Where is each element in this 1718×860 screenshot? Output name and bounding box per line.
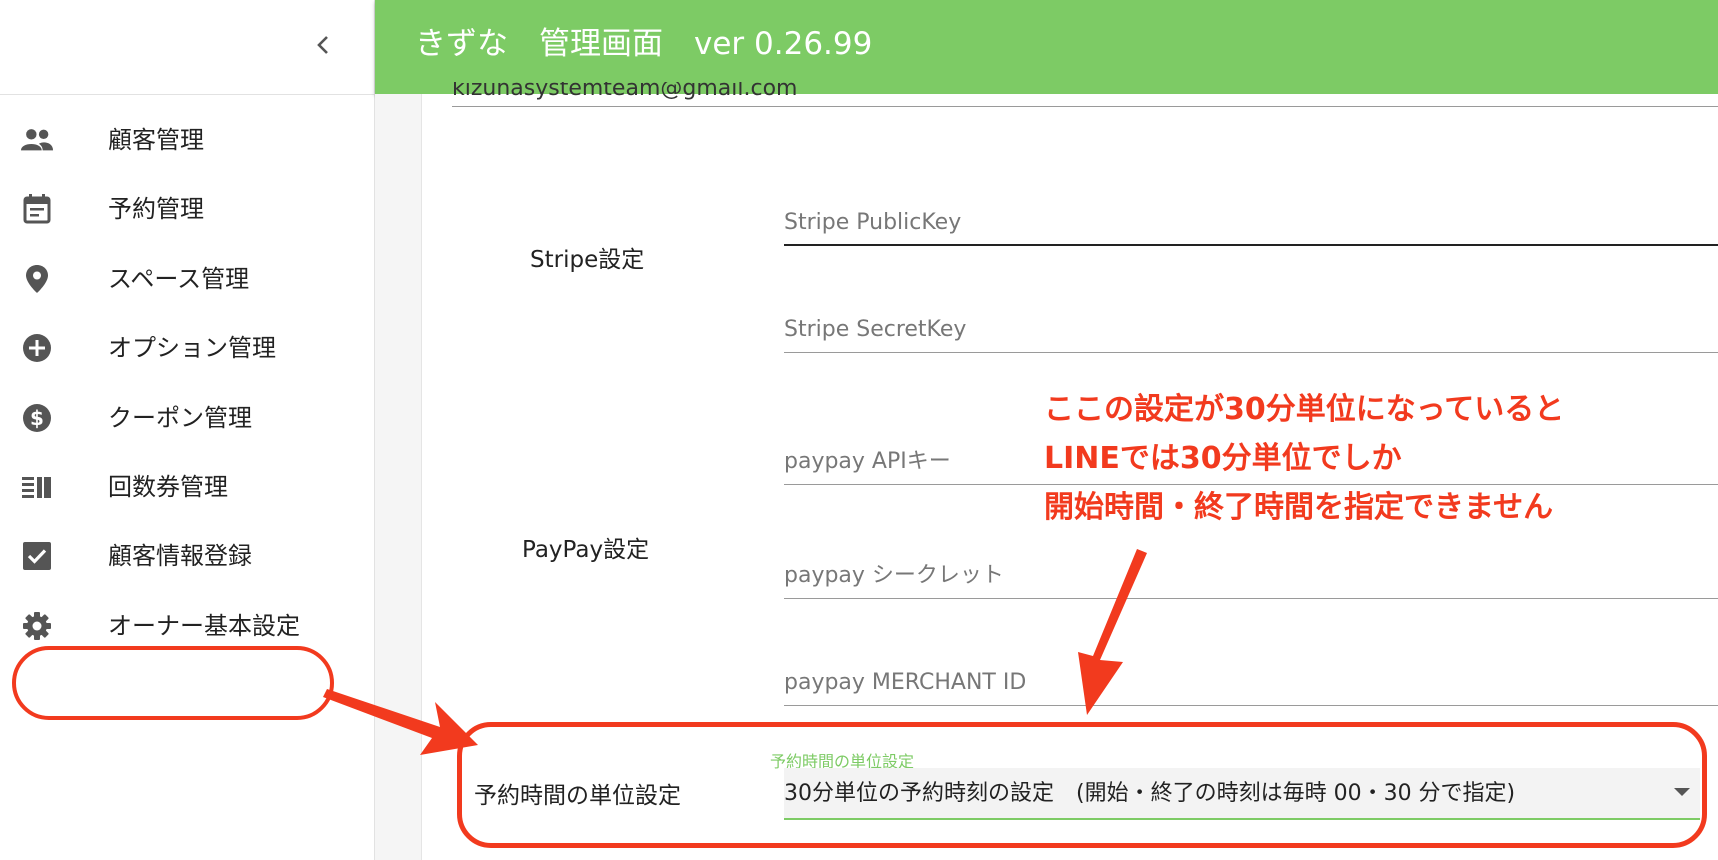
sidebar-item-label: 顧客管理 [108,126,204,154]
sidebar-header [0,0,374,95]
ticket-list-icon [20,472,54,502]
sidebar-item-label: 予約管理 [108,195,204,223]
sidebar: 顧客管理 予約管理 スペース管理 オプション管理 $ クーポン管理 回数券管理 … [0,0,375,860]
calendar-icon [20,194,54,224]
annotation-line: ここの設定が30分単位になっていると [1044,392,1565,427]
sidebar-item-customers[interactable]: 顧客管理 [0,110,375,170]
sidebar-item-label: 回数券管理 [108,473,228,501]
collapse-sidebar-button[interactable] [300,22,346,68]
annotation-highlight-owner-settings [12,646,334,720]
paypay-secret-input[interactable] [784,553,1718,597]
sidebar-item-coupons[interactable]: $ クーポン管理 [0,388,375,448]
annotation-line: 開始時間・終了時間を指定できません [1044,490,1554,525]
annotation-line: LINEでは30分単位でしか [1044,441,1402,476]
svg-text:$: $ [30,406,44,430]
stripe-section-label: Stripe設定 [530,247,645,273]
sidebar-item-label: オプション管理 [108,334,276,362]
paypay-merchant-id-field[interactable] [784,660,1718,706]
email-field[interactable]: kizunasystemteam@gmail.com [452,82,1718,107]
people-icon [20,125,54,155]
stripe-secret-key-field[interactable] [784,307,1718,353]
gear-icon [20,611,54,641]
app-header: きずな 管理画面 ver 0.26.99 [375,0,1718,94]
paypay-secret-field[interactable] [784,553,1718,599]
annotation-text: ここの設定が30分単位になっていると LINEでは30分単位でしか 開始時間・終… [1044,385,1564,532]
checkbox-icon [20,541,54,571]
location-pin-icon [20,264,54,294]
annotation-highlight-time-unit [457,722,1707,848]
paypay-section-label: PayPay設定 [522,537,650,563]
app-title: きずな 管理画面 ver 0.26.99 [415,26,873,62]
sidebar-item-label: クーポン管理 [108,404,252,432]
paypay-merchant-id-input[interactable] [784,660,1718,704]
sidebar-item-reservations[interactable]: 予約管理 [0,179,375,239]
sidebar-item-customer-registration[interactable]: 顧客情報登録 [0,526,375,586]
add-circle-icon [20,333,54,363]
stripe-public-key-input[interactable] [784,200,1718,244]
stripe-public-key-field[interactable] [784,200,1718,246]
stripe-secret-key-input[interactable] [784,307,1718,351]
email-value: kizunasystemteam@gmail.com [452,82,798,101]
sidebar-item-label: 顧客情報登録 [108,542,252,570]
sidebar-item-options[interactable]: オプション管理 [0,318,375,378]
sidebar-item-label: スペース管理 [108,265,250,293]
sidebar-item-spaces[interactable]: スペース管理 [0,249,375,309]
chevron-left-icon [317,36,328,54]
dollar-circle-icon: $ [20,403,54,433]
sidebar-item-tickets[interactable]: 回数券管理 [0,457,375,517]
